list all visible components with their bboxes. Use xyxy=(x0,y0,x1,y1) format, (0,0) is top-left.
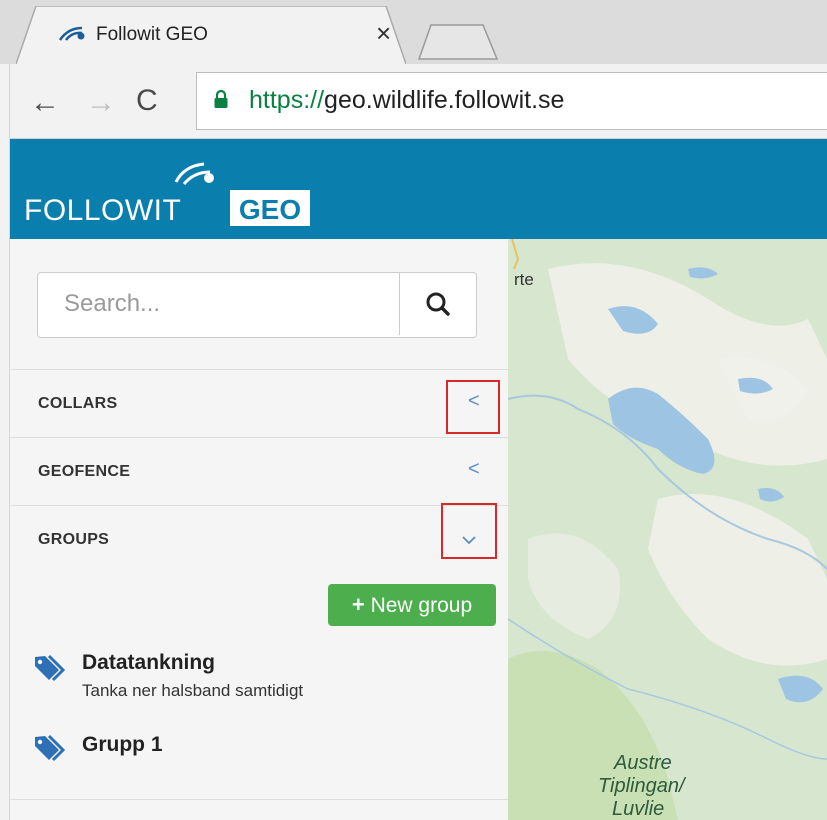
divider xyxy=(10,505,508,506)
window-frame xyxy=(0,0,10,820)
followit-geo-logo[interactable]: FOLLOWIT GEO xyxy=(24,160,324,230)
reload-icon[interactable]: C xyxy=(136,86,158,116)
tags-icon xyxy=(35,654,66,682)
chevron-left-icon[interactable]: < xyxy=(468,458,480,481)
highlight-box xyxy=(446,380,500,434)
tab-close-icon[interactable]: × xyxy=(376,20,391,46)
url-protocol: https:// xyxy=(249,86,325,114)
search-button[interactable] xyxy=(399,273,477,335)
section-label: GROUPS xyxy=(38,531,110,548)
tab-title: Followit GEO xyxy=(96,24,208,45)
search-box xyxy=(37,272,477,338)
search-input[interactable] xyxy=(38,273,398,335)
map-label: Tiplingan/ xyxy=(598,775,687,797)
url-text: https://geo.wildlife.followit.se xyxy=(249,86,564,115)
followit-favicon-icon xyxy=(58,26,85,41)
forward-arrow-icon[interactable]: → xyxy=(86,88,116,118)
lock-icon xyxy=(214,89,228,108)
back-arrow-icon[interactable]: ← xyxy=(30,88,60,118)
highlight-box xyxy=(441,503,497,559)
map-label: Luvlie xyxy=(612,798,664,820)
divider xyxy=(10,369,508,370)
plus-icon: + xyxy=(351,592,365,617)
new-tab-button[interactable] xyxy=(417,24,499,60)
new-group-label: New group xyxy=(370,594,473,617)
group-name: Grupp 1 xyxy=(82,733,163,756)
brand-name: FOLLOWIT xyxy=(24,194,181,227)
tags-icon xyxy=(35,734,66,762)
brand-badge: GEO xyxy=(239,194,301,225)
new-group-button[interactable]: + New group xyxy=(328,584,496,626)
divider xyxy=(10,437,508,438)
group-name: Datatankning xyxy=(82,651,216,674)
map-label: rte xyxy=(514,270,534,289)
divider xyxy=(10,799,508,800)
search-icon xyxy=(426,292,450,316)
map-label: Austre xyxy=(613,752,672,774)
map-view[interactable]: rte Austre Tiplingan/ Luvlie xyxy=(508,239,827,820)
url-host: geo.wildlife.followit.se xyxy=(324,86,565,114)
section-label: GEOFENCE xyxy=(38,463,131,480)
section-label: COLLARS xyxy=(38,395,118,412)
group-description: Tanka ner halsband samtidigt xyxy=(82,681,304,700)
